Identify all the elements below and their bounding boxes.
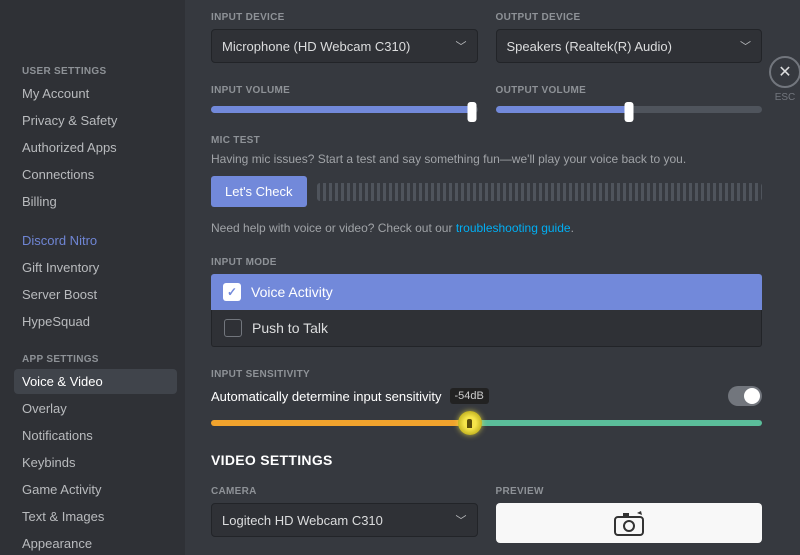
- input-device-label: INPUT DEVICE: [211, 12, 478, 23]
- checkbox-icon: ✓: [223, 283, 241, 301]
- sidebar-item-keybinds[interactable]: Keybinds: [14, 450, 177, 475]
- help-text: Need help with voice or video? Check out…: [211, 221, 762, 235]
- camera-label: CAMERA: [211, 486, 478, 497]
- sidebar-item-hypesquad[interactable]: HypeSquad: [14, 309, 177, 334]
- sidebar-item-server-boost[interactable]: Server Boost: [14, 282, 177, 307]
- output-device-label: OUTPUT DEVICE: [496, 12, 763, 23]
- chevron-down-icon: ﹀: [740, 38, 751, 54]
- camera-select[interactable]: Logitech HD Webcam C310 ﹀: [211, 503, 478, 537]
- close-button[interactable]: ✕: [769, 56, 800, 88]
- auto-sensitivity-text: Automatically determine input sensitivit…: [211, 389, 442, 404]
- video-settings-header: VIDEO SETTINGS: [211, 452, 762, 468]
- output-device-select[interactable]: Speakers (Realtek(R) Audio) ﹀: [496, 29, 763, 63]
- input-mode-push-to-talk[interactable]: Push to Talk: [211, 310, 762, 347]
- sidebar-item-game-activity[interactable]: Game Activity: [14, 477, 177, 502]
- push-to-talk-label: Push to Talk: [252, 320, 328, 336]
- lets-check-button[interactable]: Let's Check: [211, 176, 307, 207]
- sidebar-item-voice-video[interactable]: Voice & Video: [14, 369, 177, 394]
- slider-thumb[interactable]: [468, 102, 477, 122]
- db-tooltip: -54dB: [450, 388, 489, 404]
- settings-content: ✕ ESC INPUT DEVICE Microphone (HD Webcam…: [185, 0, 800, 555]
- preview-label: PREVIEW: [496, 486, 763, 497]
- mic-level-meter: [317, 183, 762, 201]
- sidebar-item-billing[interactable]: Billing: [14, 189, 177, 214]
- output-volume-label: OUTPUT VOLUME: [496, 85, 763, 96]
- mic-test-label: MIC TEST: [211, 135, 762, 146]
- input-device-value: Microphone (HD Webcam C310): [222, 39, 410, 54]
- checkbox-icon: [224, 319, 242, 337]
- auto-sensitivity-toggle[interactable]: [728, 386, 762, 406]
- camera-value: Logitech HD Webcam C310: [222, 513, 383, 528]
- slider-thumb[interactable]: [624, 102, 633, 122]
- sidebar-item-authorized-apps[interactable]: Authorized Apps: [14, 135, 177, 160]
- close-label: ESC: [769, 92, 800, 103]
- sensitivity-handle[interactable]: [458, 411, 482, 435]
- app-settings-header: APP SETTINGS: [14, 348, 177, 369]
- sidebar-item-notifications[interactable]: Notifications: [14, 423, 177, 448]
- voice-activity-label: Voice Activity: [251, 284, 333, 300]
- output-device-value: Speakers (Realtek(R) Audio): [507, 39, 672, 54]
- sidebar-item-appearance[interactable]: Appearance: [14, 531, 177, 555]
- input-device-select[interactable]: Microphone (HD Webcam C310) ﹀: [211, 29, 478, 63]
- input-mode-voice-activity[interactable]: ✓ Voice Activity: [211, 274, 762, 310]
- input-volume-slider[interactable]: [211, 106, 478, 113]
- user-settings-header: USER SETTINGS: [14, 60, 177, 81]
- sidebar-item-discord-nitro[interactable]: Discord Nitro: [14, 228, 177, 253]
- troubleshooting-link[interactable]: troubleshooting guide: [456, 221, 571, 235]
- sidebar-item-privacy[interactable]: Privacy & Safety: [14, 108, 177, 133]
- mic-test-desc: Having mic issues? Start a test and say …: [211, 152, 762, 166]
- output-volume-slider[interactable]: [496, 106, 763, 113]
- chevron-down-icon: ﹀: [456, 38, 467, 54]
- input-volume-label: INPUT VOLUME: [211, 85, 478, 96]
- sidebar-item-connections[interactable]: Connections: [14, 162, 177, 187]
- input-sensitivity-label: INPUT SENSITIVITY: [211, 369, 762, 380]
- chevron-down-icon: ﹀: [456, 512, 467, 528]
- settings-sidebar: USER SETTINGS My Account Privacy & Safet…: [0, 0, 185, 555]
- sidebar-item-text-images[interactable]: Text & Images: [14, 504, 177, 529]
- sensitivity-slider[interactable]: [211, 420, 762, 426]
- sidebar-item-overlay[interactable]: Overlay: [14, 396, 177, 421]
- input-mode-label: INPUT MODE: [211, 257, 762, 268]
- close-settings: ✕ ESC: [769, 56, 800, 103]
- camera-preview: [496, 503, 763, 543]
- sidebar-item-my-account[interactable]: My Account: [14, 81, 177, 106]
- sidebar-item-gift-inventory[interactable]: Gift Inventory: [14, 255, 177, 280]
